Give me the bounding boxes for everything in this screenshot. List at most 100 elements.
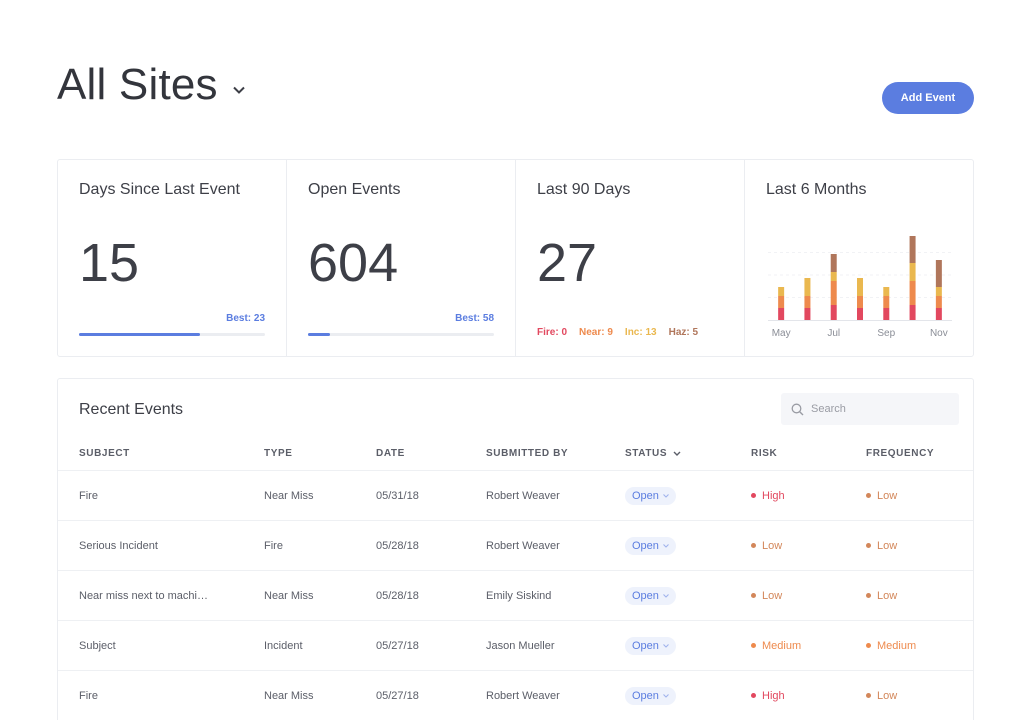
status-label: Open [632,639,659,652]
bar-segment-nov [935,287,942,296]
table-row[interactable]: Fire Near Miss 05/27/18 Robert Weaver Open Hi… [58,670,973,720]
page-title[interactable]: All Sites [57,60,218,110]
stat-last-6-months: Last 6 Months May Jul Sep Nov [745,160,973,356]
bar-segment-aug [857,308,863,320]
status-dropdown[interactable]: Open [625,536,676,555]
bar-segment-may [778,287,785,296]
cell-status: Open [625,471,676,520]
chevron-down-icon [663,493,669,498]
risk-label: High [762,489,785,502]
risk-indicator-dot [751,543,756,548]
page-header: All Sites [57,60,246,110]
best-label: Best: 58 [455,313,494,324]
status-dropdown[interactable]: Open [625,586,676,605]
x-tick-label: May [772,328,791,339]
column-header-label: FREQUENCY [866,447,935,459]
status-label: Open [632,539,659,552]
breakdown-item: Haz: 5 [668,327,699,338]
cell-risk: High [751,471,785,520]
cell-risk: Low [751,521,782,570]
risk-indicator-dot [751,593,756,598]
cell-subject: Fire [79,489,98,502]
bar-segment-oct [909,305,916,320]
x-tick-label: Nov [930,328,948,339]
stat-value: 27 [537,233,598,293]
cell-date: 05/27/18 [376,689,419,702]
cell-date: 05/31/18 [376,489,419,502]
recent-events-panel: Recent Events SUBJECT TYPE DATE SUBMITTED B… [57,378,974,720]
breakdown-item: Near: 9 [579,327,613,338]
bar-segment-oct [909,263,916,281]
risk-indicator-dot [751,693,756,698]
column-header-status[interactable]: STATUS [625,443,681,463]
status-dropdown[interactable]: Open [625,486,676,505]
add-event-button[interactable]: Add Event [882,82,974,114]
table-row[interactable]: Subject Incident 05/27/18 Jason Mueller Open… [58,620,973,670]
cell-by: Robert Weaver [486,689,560,702]
column-header-submitted-by[interactable]: SUBMITTED BY [486,443,568,463]
risk-label: Medium [762,639,802,652]
search-icon [791,403,804,416]
frequency-indicator-dot [866,493,871,498]
event-type-breakdown: Fire: 0 Near: 9 Inc: 13 Haz: 5 [537,327,698,338]
stat-label: Last 6 Months [766,181,867,198]
cell-status: Open [625,521,676,570]
bar-segment-jun [804,308,811,320]
table-row[interactable]: Serious Incident Fire 05/28/18 Robert Weave… [58,520,973,570]
search-box[interactable] [781,393,959,425]
cell-subject: Fire [79,689,98,702]
search-input[interactable] [811,403,951,415]
bar-segment-may [778,296,785,308]
status-label: Open [632,489,659,502]
column-header-date[interactable]: DATE [376,443,405,463]
cell-date: 05/27/18 [376,639,419,652]
column-header-label: SUBJECT [79,447,130,459]
cell-by: Robert Weaver [486,489,560,502]
cell-by: Robert Weaver [486,539,560,552]
status-dropdown[interactable]: Open [625,636,676,655]
cell-frequency: Low [866,521,897,570]
bar-segment-jun [804,278,811,296]
cell-subject: Serious Incident [79,539,158,552]
cell-date: 05/28/18 [376,539,419,552]
bar-segment-aug [857,278,863,296]
cell-status: Open [625,571,676,620]
bar-segment-sep [883,308,890,320]
stats-panel: Days Since Last Event 15 Best: 23 Open E… [57,159,974,357]
stat-value: 604 [308,233,399,293]
frequency-label: Low [877,589,898,602]
cell-type: Near Miss [264,689,314,702]
column-header-frequency[interactable]: FREQUENCY [866,443,934,463]
column-header-risk[interactable]: RISK [751,443,777,463]
status-dropdown[interactable]: Open [625,686,676,705]
frequency-label: Low [877,689,898,702]
column-header-subject[interactable]: SUBJECT [79,443,130,463]
chevron-down-icon [663,543,669,548]
column-header-label: TYPE [264,447,293,459]
bar-segment-jun [804,296,811,308]
cell-type: Incident [264,639,303,652]
progress-bar [308,333,494,336]
table-row[interactable]: Near miss next to machi… Near Miss 05/28/1… [58,570,973,620]
table-row[interactable]: Fire Near Miss 05/31/18 Robert Weaver Open Hi… [58,470,973,520]
status-label: Open [632,589,659,602]
stat-label: Last 90 Days [537,181,631,198]
bar-segment-nov [935,260,942,287]
bar-segment-jul [830,272,837,281]
chevron-down-icon[interactable] [232,83,246,97]
bar-segment-jul [830,254,837,272]
chevron-down-icon [673,451,681,456]
bar-segment-nov [935,296,942,308]
frequency-label: Medium [877,639,917,652]
risk-indicator-dot [751,493,756,498]
bar-segment-oct [909,236,916,263]
column-header-type[interactable]: TYPE [264,443,293,463]
cell-risk: High [751,671,785,720]
cell-frequency: Low [866,471,897,520]
progress-bar [79,333,265,336]
column-header-label: DATE [376,447,405,459]
column-header-label: STATUS [625,447,668,459]
cell-status: Open [625,621,676,670]
section-title: Recent Events [79,401,184,418]
cell-by: Emily Siskind [486,589,552,602]
